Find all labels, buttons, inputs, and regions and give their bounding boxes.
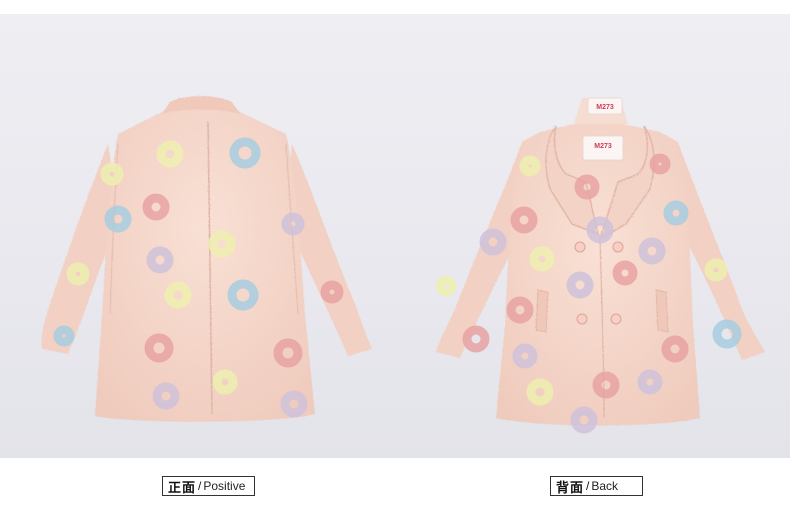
caption-back-separator: / <box>586 479 590 493</box>
caption-front-en: Positive <box>203 479 246 493</box>
caption-front-separator: / <box>198 479 202 493</box>
caption-back-en: Back <box>591 479 619 493</box>
caption-front: 正面 / Positive <box>162 476 255 496</box>
product-image-page: M273 M273 正面 / Positive 背面 / Back <box>0 0 790 528</box>
inner-label-text: M273 <box>594 143 612 150</box>
caption-front-cn: 正面 <box>168 480 197 496</box>
caption-back: 背面 / Back <box>550 476 643 496</box>
product-photo: M273 M273 <box>0 14 790 458</box>
caption-back-cn: 背面 <box>556 480 585 496</box>
neck-label-text: M273 <box>596 104 614 111</box>
coat-back-view <box>41 96 372 422</box>
